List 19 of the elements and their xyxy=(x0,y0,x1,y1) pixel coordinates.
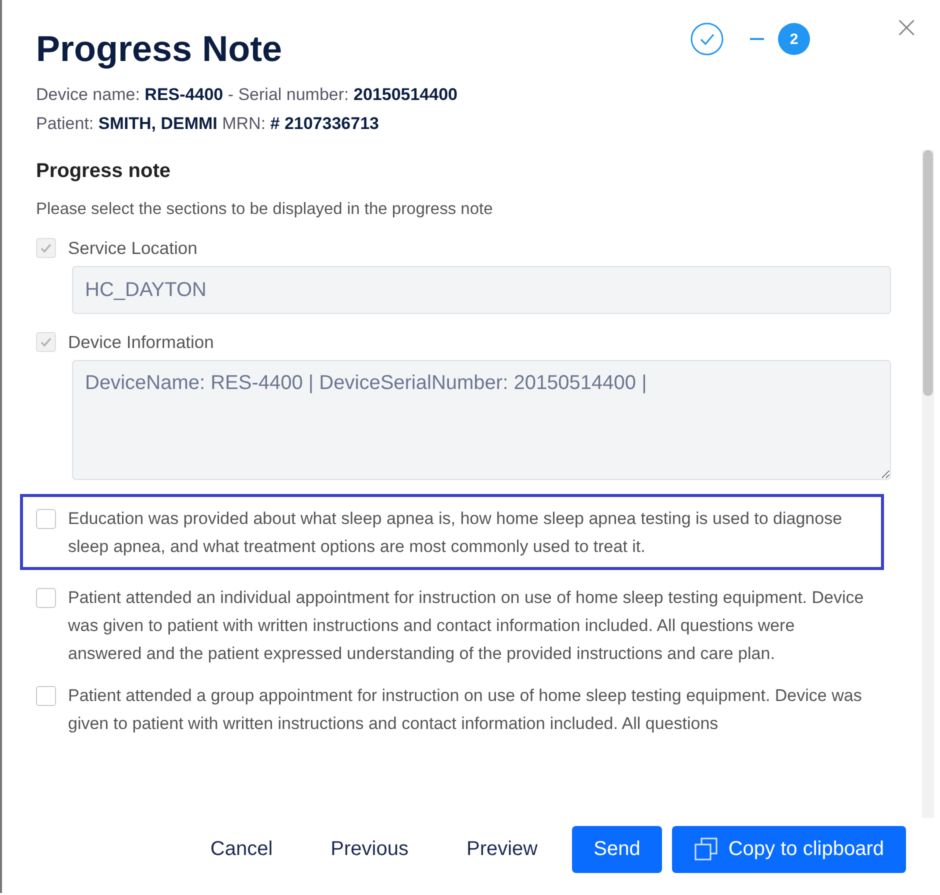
checkbox[interactable] xyxy=(36,588,56,608)
checkbox-label: Device Information xyxy=(68,331,214,354)
step-number: 2 xyxy=(778,23,810,55)
statement-text: Patient attended a group appointment for instruction on use of home sleep testing equipment. Device was given to patient with written instructions and contact information included. All questions xyxy=(68,685,863,735)
section-heading: Progress note xyxy=(36,159,172,184)
device-info-text: Device name: RES-4400 - Serial number: 20150514400 xyxy=(36,84,459,106)
statement-text: Patient attended an individual appointment for instruction on use of home sleep testing equipment. Device was given to patient with written instructions and contact information included. All questions were answered and the patient expressed understanding of the provided instructions and care plan. xyxy=(68,587,865,665)
device-info-text: Patient: SMITH, DEMMI MRN: # 2107336713 xyxy=(36,113,380,135)
checkbox-label: Service Location xyxy=(68,237,198,260)
description-text: Please select the sections to be displayed in the progress note xyxy=(36,199,494,220)
dialog-title: Progress Note xyxy=(36,28,282,70)
checkbox[interactable] xyxy=(36,509,56,529)
primary-button[interactable]: Send xyxy=(572,826,662,872)
primary-button[interactable]: Copy to clipboard xyxy=(672,826,906,872)
statement-text: Education was provided about what sleep apnea is, how home sleep apnea testing is used to diagnose sleep apnea, and what treatment options are most commonly used to treat it. xyxy=(68,508,844,558)
scrollbar[interactable] xyxy=(922,150,934,818)
close-button[interactable]: × xyxy=(890,12,924,44)
checkbox[interactable] xyxy=(36,686,56,706)
step-connector xyxy=(750,38,764,40)
